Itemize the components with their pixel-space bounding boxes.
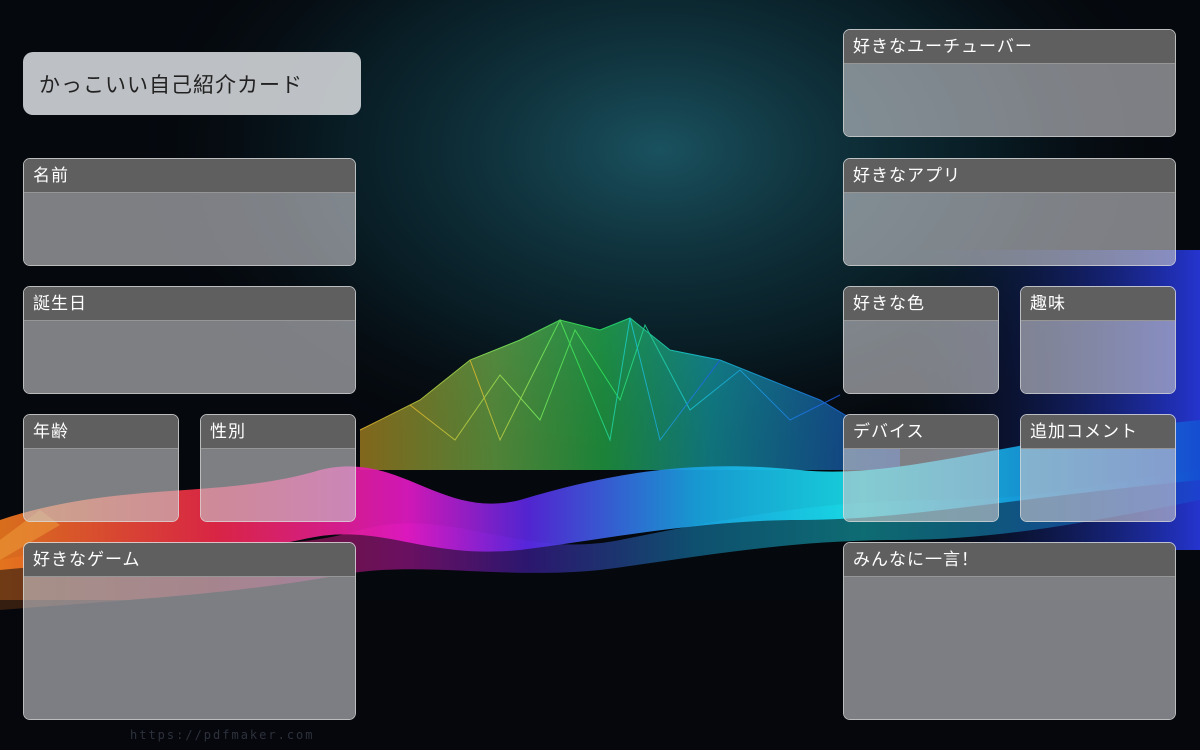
hobby-field[interactable]: 趣味: [1020, 286, 1176, 394]
gender-field[interactable]: 性別: [200, 414, 356, 522]
additional-comment-field[interactable]: 追加コメント: [1020, 414, 1176, 522]
age-input-area[interactable]: [24, 449, 178, 521]
device-field[interactable]: デバイス: [843, 414, 999, 522]
favorite-app-label: 好きなアプリ: [844, 159, 1175, 193]
favorite-youtuber-input-area[interactable]: [844, 64, 1175, 136]
hobby-input-area[interactable]: [1021, 321, 1175, 393]
additional-comment-input-area[interactable]: [1021, 449, 1175, 521]
favorite-color-field[interactable]: 好きな色: [843, 286, 999, 394]
gender-input-area[interactable]: [201, 449, 355, 521]
favorite-game-label: 好きなゲーム: [24, 543, 355, 577]
message-to-all-input-area[interactable]: [844, 577, 1175, 719]
page-title: かっこいい自己紹介カード: [23, 52, 361, 115]
favorite-color-input-area[interactable]: [844, 321, 998, 393]
name-label: 名前: [24, 159, 355, 193]
gender-label: 性別: [201, 415, 355, 449]
additional-comment-label: 追加コメント: [1021, 415, 1175, 449]
message-to-all-label: みんなに一言！: [844, 543, 1175, 577]
watermark: https://pdfmaker.com: [130, 728, 315, 742]
device-label: デバイス: [844, 415, 998, 449]
name-input-area[interactable]: [24, 193, 355, 265]
favorite-app-input-area[interactable]: [844, 193, 1175, 265]
name-field[interactable]: 名前: [23, 158, 356, 266]
favorite-youtuber-field[interactable]: 好きなユーチューバー: [843, 29, 1176, 137]
device-input-area[interactable]: [844, 449, 998, 521]
birthday-label: 誕生日: [24, 287, 355, 321]
favorite-youtuber-label: 好きなユーチューバー: [844, 30, 1175, 64]
favorite-game-input-area[interactable]: [24, 577, 355, 719]
message-to-all-field[interactable]: みんなに一言！: [843, 542, 1176, 720]
birthday-field[interactable]: 誕生日: [23, 286, 356, 394]
birthday-input-area[interactable]: [24, 321, 355, 393]
hobby-label: 趣味: [1021, 287, 1175, 321]
age-field[interactable]: 年齢: [23, 414, 179, 522]
favorite-color-label: 好きな色: [844, 287, 998, 321]
favorite-app-field[interactable]: 好きなアプリ: [843, 158, 1176, 266]
age-label: 年齢: [24, 415, 178, 449]
favorite-game-field[interactable]: 好きなゲーム: [23, 542, 356, 720]
